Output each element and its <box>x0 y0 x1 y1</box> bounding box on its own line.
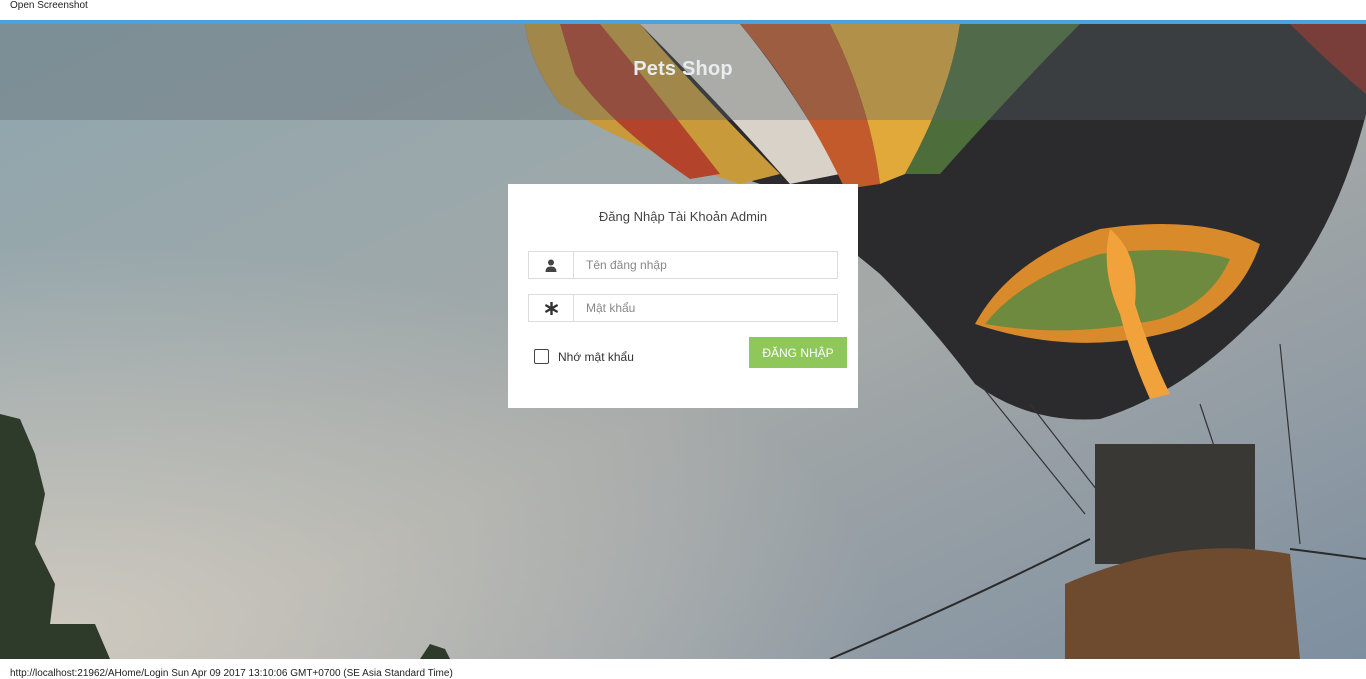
login-button[interactable]: ĐĂNG NHẬP <box>749 337 847 368</box>
password-field <box>528 294 838 322</box>
remember-label: Nhớ mật khẩu <box>558 349 634 364</box>
login-title: Đăng Nhập Tài Khoản Admin <box>598 209 768 224</box>
username-input[interactable] <box>574 252 836 278</box>
remember-checkbox[interactable] <box>534 349 549 364</box>
password-input[interactable] <box>574 295 836 321</box>
user-icon <box>529 252 574 278</box>
username-field <box>528 251 838 279</box>
brand-title[interactable]: Pets Shop <box>0 58 1366 81</box>
window-title[interactable]: Open Screenshot <box>10 0 88 11</box>
window-title-bar: Open Screenshot <box>0 0 1366 20</box>
status-text: http://localhost:21962/AHome/Login Sun A… <box>10 668 453 679</box>
asterisk-icon <box>529 295 574 321</box>
status-bar: http://localhost:21962/AHome/Login Sun A… <box>0 659 1366 679</box>
login-card: Đăng Nhập Tài Khoản Admin Nhớ mật khẩu <box>508 184 858 408</box>
hero-background: Pets Shop Đăng Nhập Tài Khoản Admin Nhớ <box>0 24 1366 659</box>
remember-me[interactable]: Nhớ mật khẩu <box>534 349 634 364</box>
